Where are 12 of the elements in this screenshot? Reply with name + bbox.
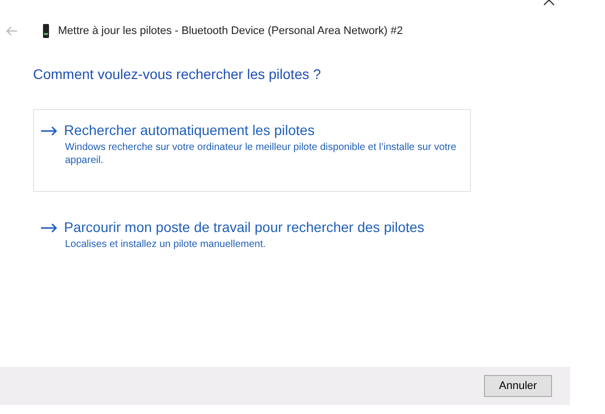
cancel-button[interactable]: Annuler xyxy=(484,374,552,398)
arrow-icon xyxy=(40,222,58,232)
device-icon xyxy=(42,24,50,38)
option-description: Windows recherche sur votre ordinateur le meilleur pilote disponible et l’installe sur votre appareil. xyxy=(65,141,458,167)
window-title: Mettre à jour les pilotes - Bluetooth Device (Personal Area Network) #2 xyxy=(58,24,403,39)
option-panel[interactable]: Parcourir mon poste de travail pour rechercher des pilotes Localises et installez un pilote manuellement. xyxy=(33,206,471,276)
arrow-icon xyxy=(40,126,58,136)
option-link[interactable]: Rechercher automatiquement les pilotes xyxy=(40,120,315,141)
page-heading: Comment voulez-vous rechercher les pilotes ? xyxy=(33,65,322,84)
option-link[interactable]: Parcourir mon poste de travail pour rechercher des pilotes xyxy=(40,217,424,238)
option-description: Localises et installez un pilote manuellement. xyxy=(65,238,267,251)
option-panel[interactable]: Rechercher automatiquement les pilotes Windows recherche sur votre ordinateur le meilleur pilote disponible et l’installe sur votre appareil. xyxy=(33,109,471,192)
